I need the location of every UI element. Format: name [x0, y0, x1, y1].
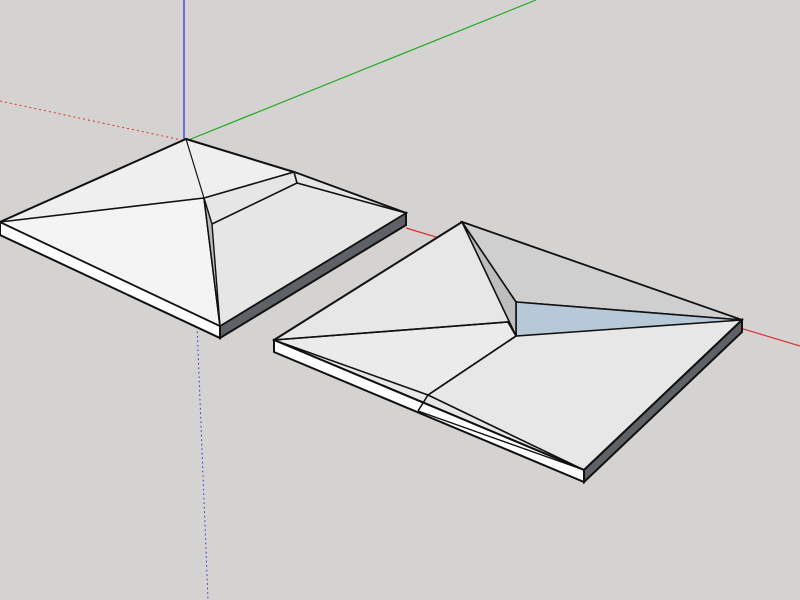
scene-canvas[interactable]	[0, 0, 800, 600]
green-axis	[185, 0, 537, 142]
blue-axis-dotted-down	[195, 299, 209, 600]
3d-modeling-viewport[interactable]	[0, 0, 800, 600]
red-axis-left-dotted	[0, 100, 187, 142]
